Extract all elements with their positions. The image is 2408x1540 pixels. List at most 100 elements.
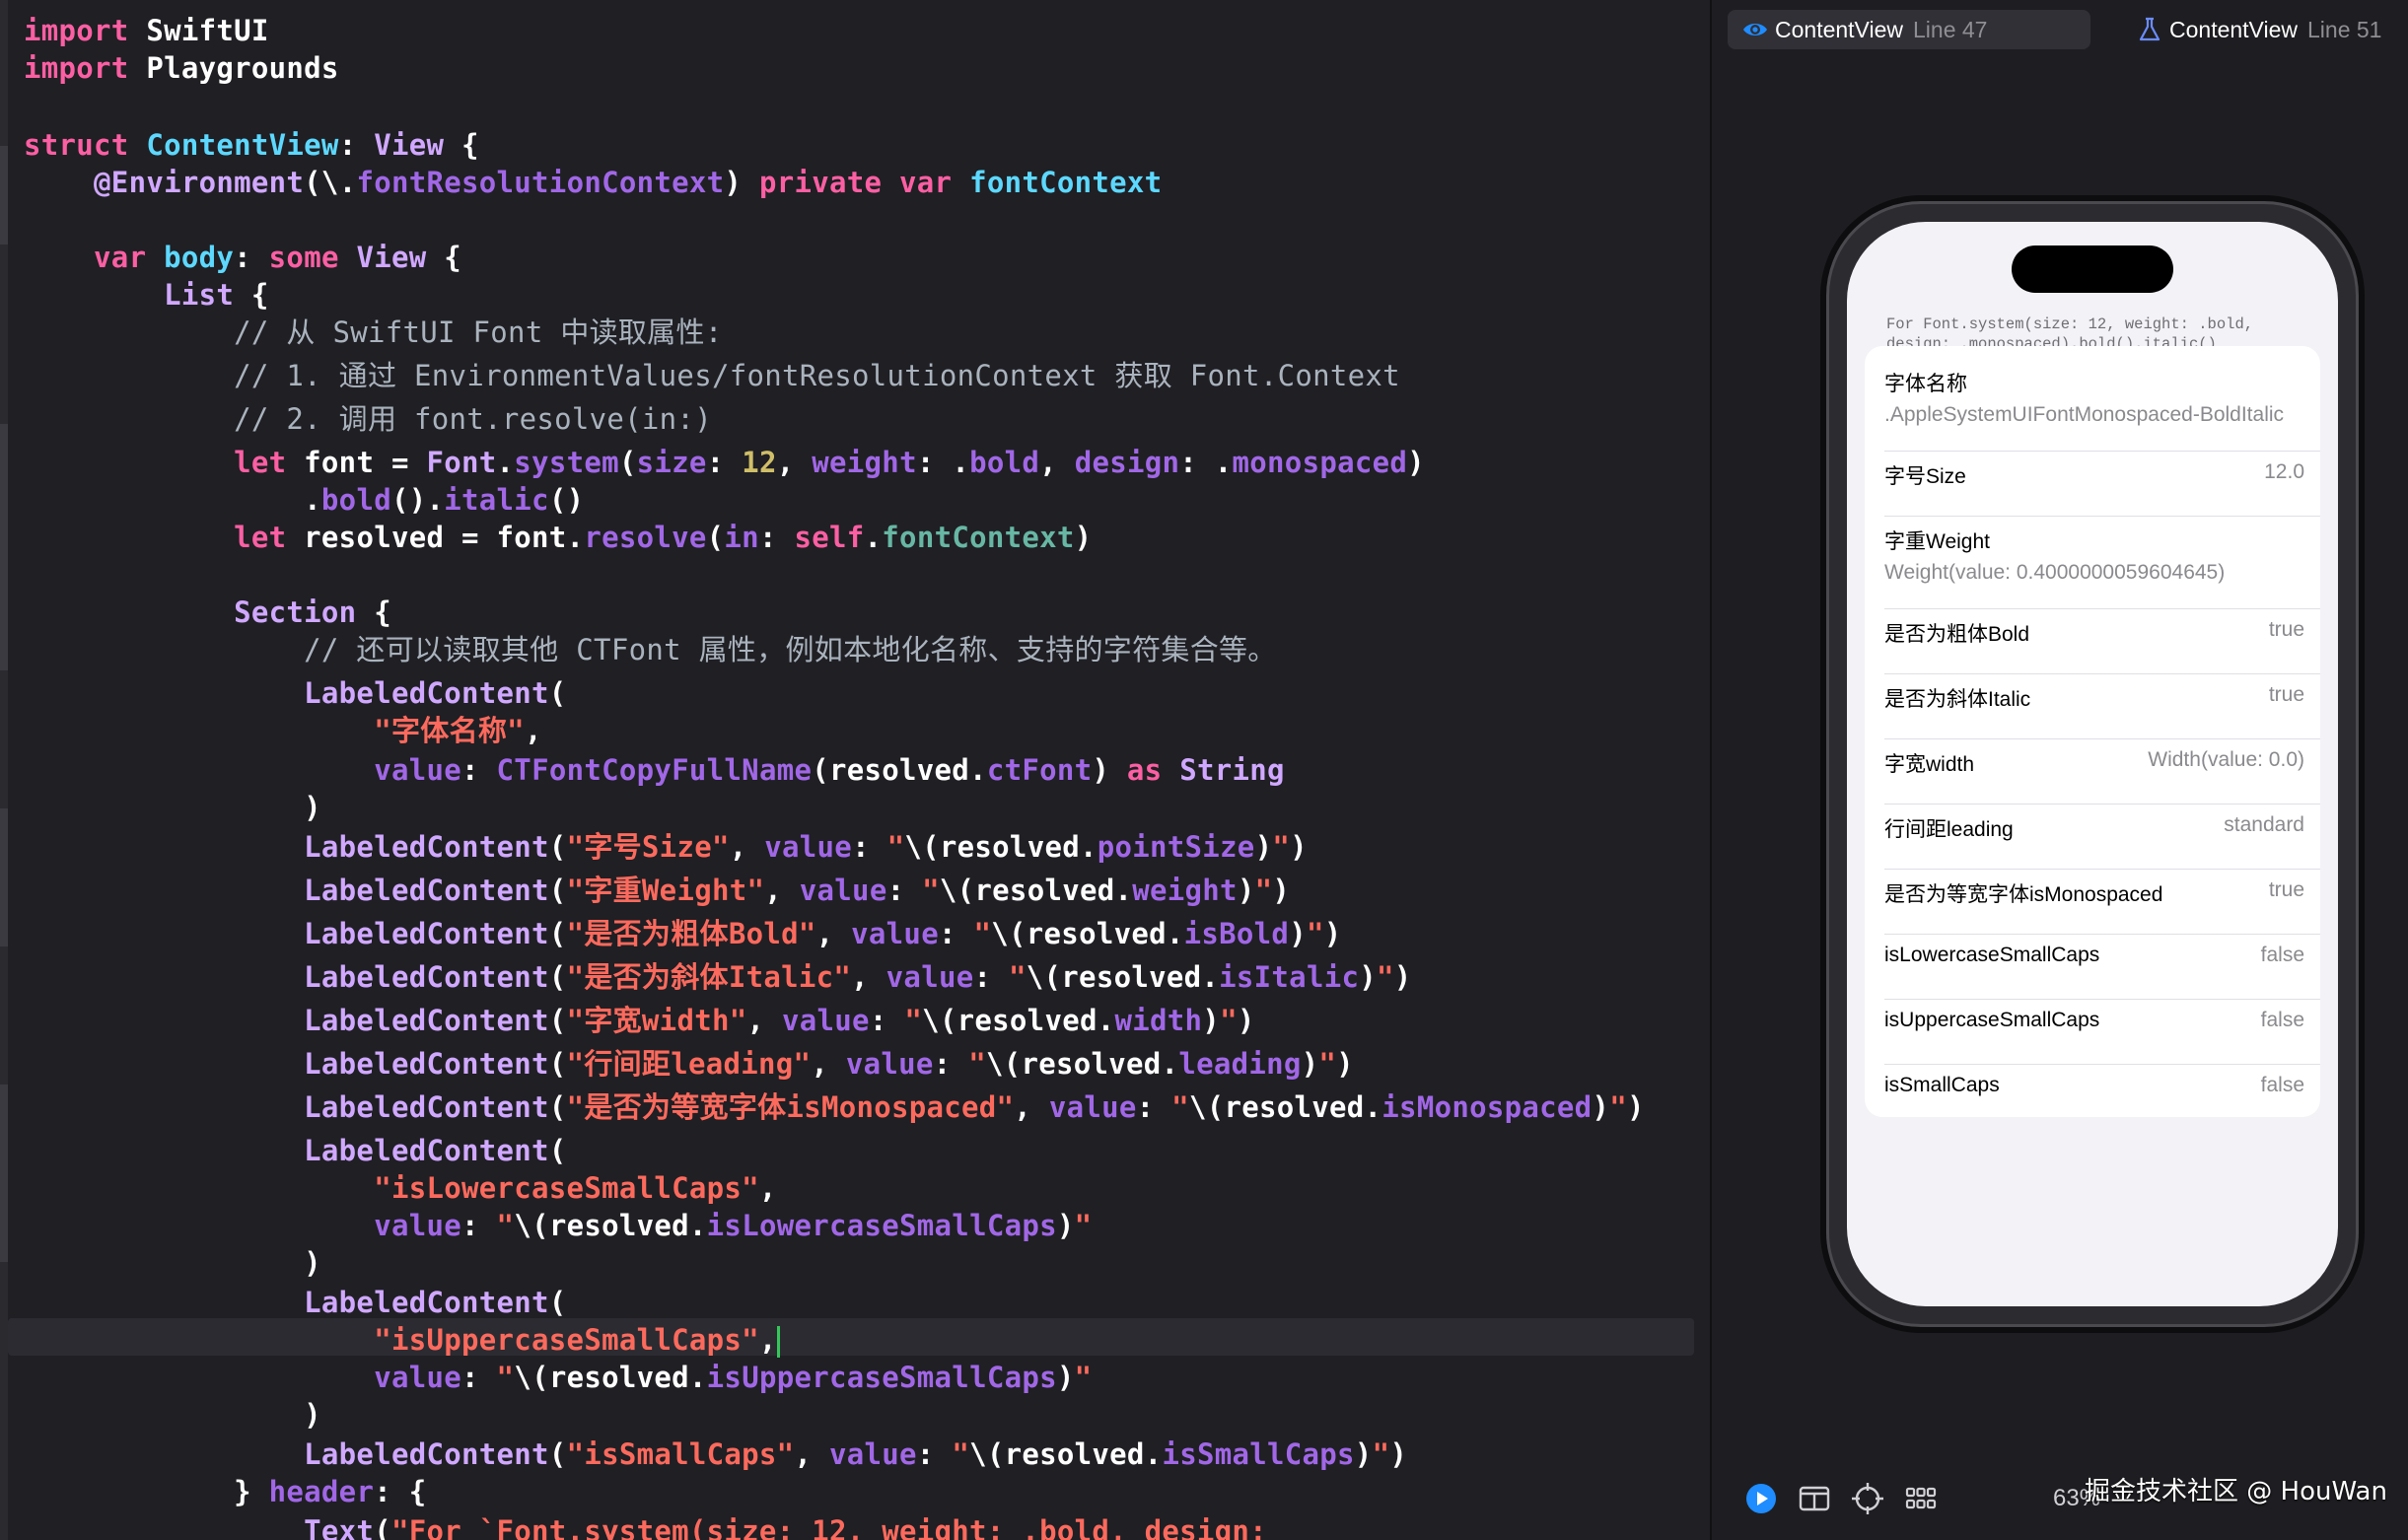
code-token: : bbox=[234, 241, 269, 274]
code-editor[interactable]: import SwiftUI import Playgrounds struct C… bbox=[0, 0, 1710, 1540]
preview-canvas[interactable]: ContentView Line 47 ContentView Line 51 … bbox=[1712, 0, 2408, 1540]
code-token: \(resolved. bbox=[1026, 960, 1220, 994]
code-line[interactable]: ) bbox=[24, 789, 321, 826]
code-line[interactable]: let resolved = font.resolve(in: self.fon… bbox=[24, 519, 1092, 556]
code-line[interactable]: LabeledContent("是否为等宽字体isMonospaced", va… bbox=[24, 1088, 1645, 1126]
code-token: : bbox=[706, 446, 743, 479]
code-token: (resolved. bbox=[812, 753, 987, 787]
code-token: ( bbox=[548, 1437, 567, 1471]
row-label: 是否为粗体Bold bbox=[1884, 623, 2030, 646]
code-line[interactable]: LabeledContent("字重Weight", value: "\(res… bbox=[24, 872, 1290, 909]
code-line[interactable]: "isUppercaseSmallCaps", bbox=[24, 1321, 780, 1359]
code-token: value bbox=[845, 1047, 934, 1081]
code-token: "行间距leading" bbox=[566, 1047, 812, 1081]
code-token: "For `Font.system(size: 12, weight: .bol… bbox=[390, 1514, 1267, 1540]
code-token: ContentView bbox=[146, 128, 339, 162]
code-token: } bbox=[24, 1475, 269, 1508]
code-line[interactable]: value: CTFontCopyFullName(resolved.ctFon… bbox=[24, 751, 1285, 789]
code-token: LabeledContent bbox=[304, 1004, 549, 1037]
preview-tab-contentview-47[interactable]: ContentView Line 47 bbox=[1728, 10, 2090, 49]
code-line[interactable]: LabeledContent("字号Size", value: "\(resol… bbox=[24, 828, 1308, 866]
code-token: // 2. 调用 font.resolve(in:) bbox=[234, 402, 712, 436]
phone-screen[interactable]: For Font.system(size: 12, weight: .bold,… bbox=[1847, 222, 2338, 1306]
code-token: value bbox=[764, 830, 853, 864]
crosshair-icon[interactable] bbox=[1848, 1479, 1887, 1518]
code-line[interactable]: LabeledContent("行间距leading", value: "\(r… bbox=[24, 1045, 1354, 1083]
code-token: in bbox=[724, 521, 759, 554]
code-line[interactable]: var body: some View { bbox=[24, 239, 461, 276]
code-token: View bbox=[356, 241, 427, 274]
code-line[interactable]: Text("For `Font.system(size: 12, weight:… bbox=[24, 1512, 1267, 1540]
code-token: isMonospaced bbox=[1381, 1090, 1593, 1124]
code-token: : . bbox=[916, 446, 970, 479]
code-token: header bbox=[268, 1475, 375, 1508]
code-token: \(resolved. bbox=[904, 830, 1098, 864]
code-token: , bbox=[758, 1171, 777, 1205]
code-line[interactable]: let font = Font.system(size: 12, weight:… bbox=[24, 444, 1425, 481]
code-line[interactable]: LabeledContent("字宽width", value: "\(reso… bbox=[24, 1002, 1255, 1039]
code-line[interactable]: "字体名称", bbox=[24, 712, 542, 749]
row-separator bbox=[1884, 934, 2320, 935]
code-token: " bbox=[922, 874, 940, 907]
code-line[interactable]: } header: { bbox=[24, 1473, 426, 1510]
code-token: \(resolved. bbox=[991, 917, 1184, 950]
code-token: "是否为斜体Italic" bbox=[566, 960, 852, 994]
code-line[interactable]: value: "\(resolved.isLowercaseSmallCaps)… bbox=[24, 1207, 1092, 1244]
code-token: : bbox=[1136, 1090, 1172, 1124]
code-line[interactable]: // 从 SwiftUI Font 中读取属性: bbox=[24, 314, 723, 351]
code-line[interactable]: ) bbox=[24, 1244, 321, 1282]
code-line[interactable]: LabeledContent("isSmallCaps", value: "\(… bbox=[24, 1435, 1407, 1473]
preview-tab-bar: ContentView Line 47 ContentView Line 51 bbox=[1712, 0, 2408, 59]
code-line[interactable]: ) bbox=[24, 1396, 321, 1434]
code-line[interactable]: value: "\(resolved.isUppercaseSmallCaps)… bbox=[24, 1359, 1092, 1396]
preview-tab-contentview-51[interactable]: ContentView Line 51 bbox=[2122, 10, 2408, 49]
code-token: "字宽width" bbox=[566, 1004, 747, 1037]
code-line[interactable]: // 还可以读取其他 CTFont 属性，例如本地化名称、支持的字符集合等。 bbox=[24, 631, 1277, 668]
code-token: " bbox=[952, 1437, 970, 1471]
row-label: 是否为等宽字体isMonospaced bbox=[1884, 883, 2163, 906]
code-token: pointSize bbox=[1097, 830, 1255, 864]
code-token: bold bbox=[320, 483, 391, 517]
code-token: ( bbox=[548, 1047, 567, 1081]
code-line[interactable]: @Environment(\.fontResolutionContext) pr… bbox=[24, 164, 1162, 201]
grid-icon[interactable] bbox=[1901, 1479, 1941, 1518]
code-line[interactable]: List { bbox=[24, 276, 269, 314]
code-line[interactable]: // 1. 通过 EnvironmentValues/fontResolutio… bbox=[24, 357, 1400, 394]
code-token: value bbox=[851, 917, 939, 950]
code-line[interactable]: struct ContentView: View { bbox=[24, 126, 479, 164]
code-line[interactable]: LabeledContent("是否为斜体Italic", value: "\(… bbox=[24, 958, 1412, 996]
code-token: ( bbox=[548, 1090, 567, 1124]
row-value: 12.0 bbox=[2264, 460, 2304, 483]
code-token: ) bbox=[1354, 1437, 1373, 1471]
code-line[interactable]: LabeledContent( bbox=[24, 1132, 567, 1169]
code-line[interactable]: LabeledContent("是否为粗体Bold", value: "\(re… bbox=[24, 915, 1341, 952]
code-line[interactable]: .bold().italic() bbox=[24, 481, 584, 519]
code-line[interactable]: Section { bbox=[24, 594, 391, 631]
code-line[interactable]: LabeledContent( bbox=[24, 674, 567, 712]
code-token: LabeledContent bbox=[304, 1134, 549, 1167]
code-token: . bbox=[496, 446, 515, 479]
code-token: " bbox=[1372, 1437, 1390, 1471]
code-token: Section bbox=[234, 595, 357, 629]
code-line[interactable]: import SwiftUI bbox=[24, 12, 269, 49]
code-token: LabeledContent bbox=[304, 917, 549, 950]
code-token: "isUppercaseSmallCaps" bbox=[374, 1323, 759, 1357]
row-value: Weight(value: 0.4000000059604645) bbox=[1884, 561, 2226, 584]
device-layout-icon[interactable] bbox=[1795, 1479, 1834, 1518]
row-separator bbox=[1884, 1064, 2320, 1065]
code-token: : bbox=[886, 874, 923, 907]
change-bar bbox=[0, 1085, 8, 1262]
labeled-content-row: 行间距leading standard bbox=[1884, 813, 2304, 847]
code-token: value bbox=[374, 753, 462, 787]
code-token: ) bbox=[1254, 830, 1273, 864]
code-line[interactable]: LabeledContent( bbox=[24, 1284, 567, 1321]
code-line[interactable]: // 2. 调用 font.resolve(in:) bbox=[24, 400, 712, 438]
code-line[interactable]: import Playgrounds bbox=[24, 49, 339, 87]
code-line[interactable]: "isLowercaseSmallCaps", bbox=[24, 1169, 777, 1207]
play-icon[interactable] bbox=[1741, 1479, 1781, 1518]
